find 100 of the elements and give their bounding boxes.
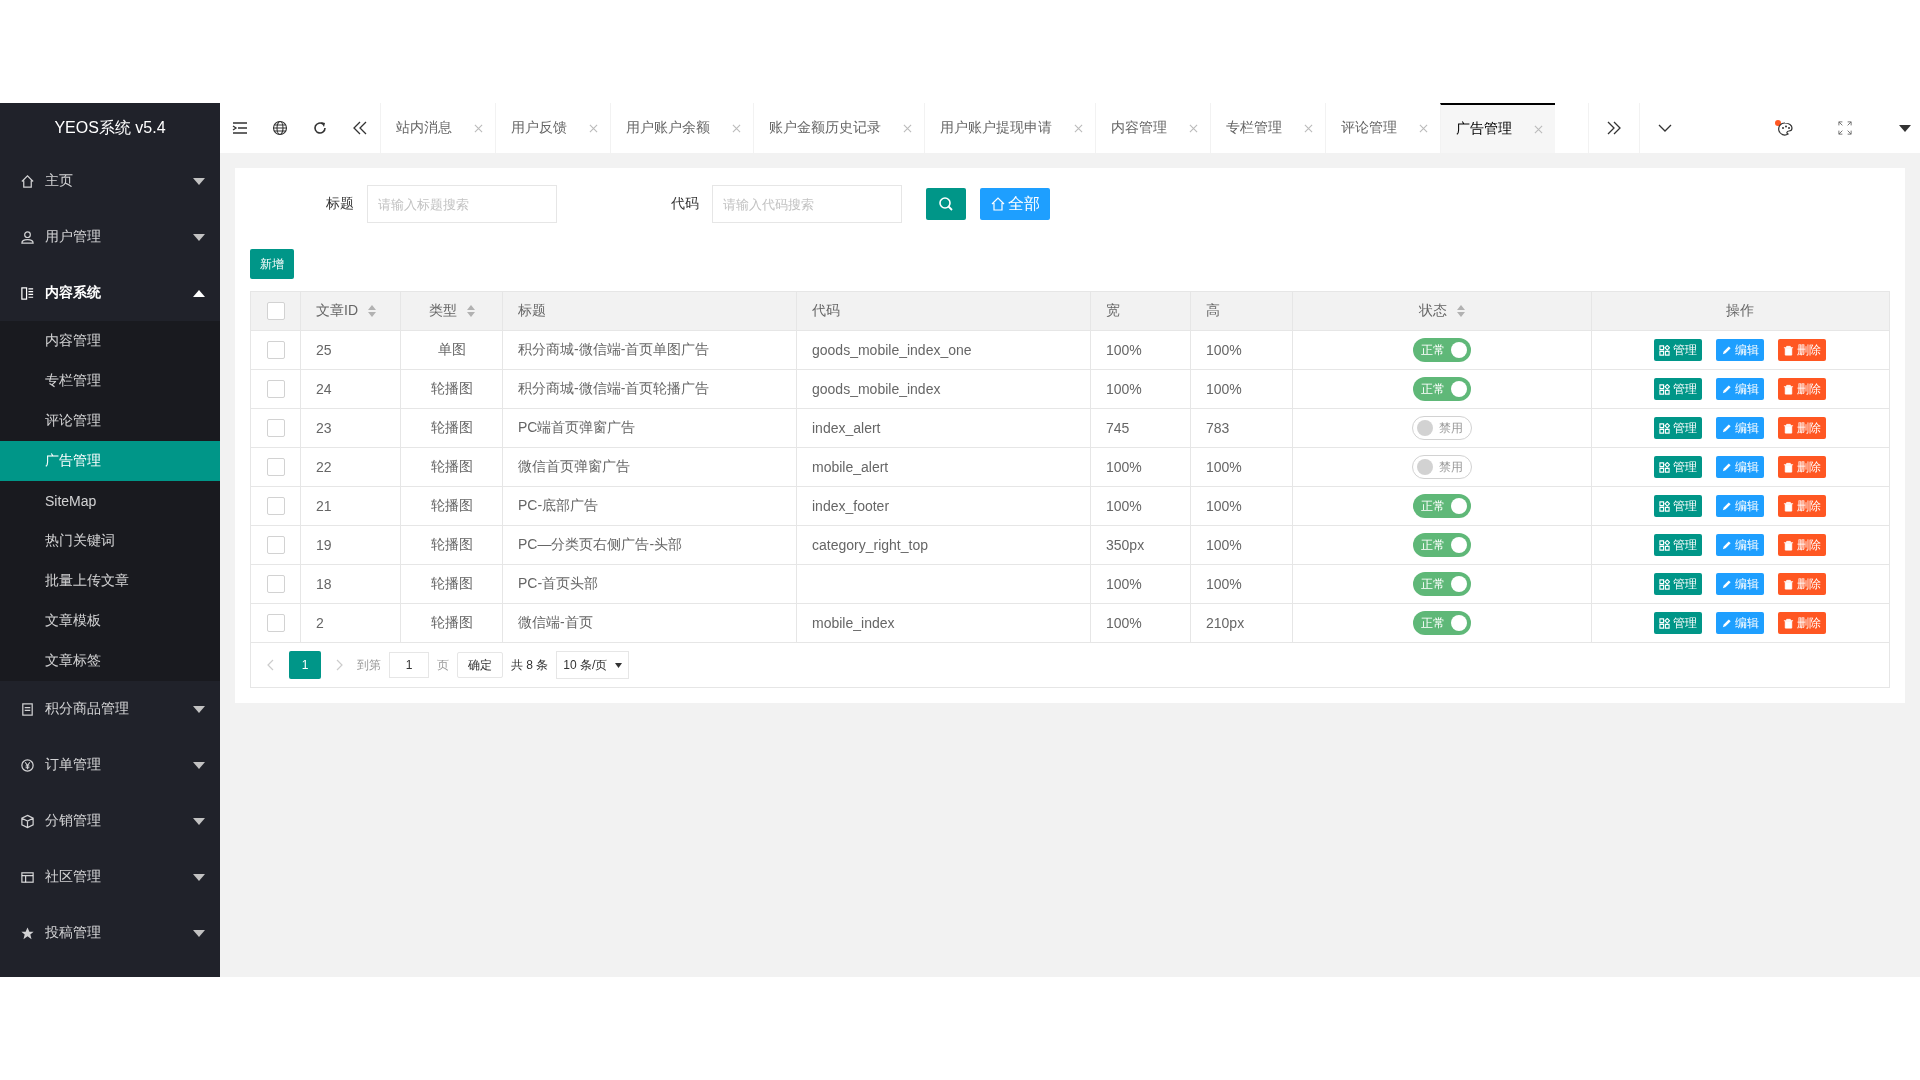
manage-button[interactable]: 管理 [1654, 417, 1703, 439]
page-tab[interactable]: 专栏管理 [1210, 103, 1325, 153]
delete-button[interactable]: 删除 [1778, 534, 1827, 556]
search-button[interactable] [926, 188, 966, 220]
table-cell: goods_mobile_index [812, 381, 941, 397]
page-button[interactable]: 1 [289, 651, 321, 679]
confirm-button[interactable]: 确定 [457, 652, 503, 678]
menu-item[interactable]: 热门关键词 [0, 521, 220, 561]
manage-button[interactable]: 管理 [1654, 573, 1703, 595]
page-tab[interactable]: 账户金额历史记录 [753, 103, 924, 153]
caret-icon [193, 873, 205, 881]
menu-group[interactable]: 订单管理 [0, 737, 220, 793]
delete-button[interactable]: 删除 [1778, 495, 1827, 517]
row-checkbox[interactable] [266, 419, 285, 438]
menu-group[interactable]: 主页 [0, 153, 220, 209]
delete-button[interactable]: 删除 [1778, 378, 1827, 400]
page-tab[interactable]: 用户账户提现申请 [924, 103, 1095, 153]
menu-item[interactable]: 文章标签 [0, 641, 220, 681]
edit-button[interactable]: 编辑 [1716, 612, 1765, 634]
row-checkbox[interactable] [266, 575, 285, 594]
delete-button[interactable]: 删除 [1778, 612, 1827, 634]
menu-group[interactable]: 用户管理 [0, 209, 220, 265]
delete-button[interactable]: 删除 [1778, 573, 1827, 595]
sort-icon[interactable] [466, 305, 475, 317]
status-switch[interactable]: 正常 [1412, 572, 1471, 596]
edit-button[interactable]: 编辑 [1716, 417, 1765, 439]
previous-page-icon[interactable] [266, 659, 276, 671]
menu-item[interactable]: 文章模板 [0, 601, 220, 641]
manage-button[interactable]: 管理 [1654, 378, 1703, 400]
edit-button[interactable]: 编辑 [1716, 456, 1765, 478]
page-tab[interactable]: 用户反馈 [495, 103, 610, 153]
delete-button[interactable]: 删除 [1778, 339, 1827, 361]
close-icon[interactable] [474, 123, 483, 133]
menu-group[interactable]: 内容系统 [0, 265, 220, 321]
close-icon[interactable] [589, 123, 598, 133]
caret-icon [193, 761, 205, 769]
close-icon[interactable] [732, 123, 741, 133]
status-switch[interactable]: 正常 [1412, 494, 1471, 518]
page-tab[interactable]: 站内消息 [380, 103, 495, 153]
status-switch[interactable]: 正常 [1412, 611, 1471, 635]
row-checkbox[interactable] [266, 614, 285, 633]
edit-button[interactable]: 编辑 [1716, 495, 1765, 517]
status-switch[interactable]: 正常 [1412, 338, 1471, 362]
caret-icon [193, 233, 205, 241]
close-icon[interactable] [1534, 124, 1543, 134]
manage-button[interactable]: 管理 [1654, 495, 1703, 517]
clipboard-icon [20, 701, 35, 717]
table-cell: 19 [316, 537, 332, 553]
table-cell: 100% [1106, 342, 1142, 358]
menu-item[interactable]: 批量上传文章 [0, 561, 220, 601]
row-checkbox[interactable] [266, 536, 285, 555]
edit-button[interactable]: 编辑 [1716, 339, 1765, 361]
menu-item[interactable]: 广告管理 [0, 441, 220, 481]
sort-icon[interactable] [1456, 305, 1465, 317]
manage-button[interactable]: 管理 [1654, 339, 1703, 361]
menu-item[interactable]: 评论管理 [0, 401, 220, 441]
menu-group[interactable]: 社区管理 [0, 849, 220, 905]
next-page-icon[interactable] [334, 659, 344, 671]
manage-button[interactable]: 管理 [1654, 612, 1703, 634]
menu-group[interactable]: 分销管理 [0, 793, 220, 849]
add-button[interactable]: 新增 [250, 249, 294, 279]
page-tab[interactable]: 广告管理 [1440, 103, 1555, 153]
status-switch[interactable]: 禁用 [1411, 416, 1472, 440]
menu-item[interactable]: SiteMap [0, 481, 220, 521]
close-icon[interactable] [1074, 123, 1083, 133]
status-switch[interactable]: 正常 [1412, 533, 1471, 557]
pencil-icon [1721, 617, 1733, 629]
trash-icon [1783, 578, 1795, 590]
close-icon[interactable] [1189, 123, 1198, 133]
table-cell: 积分商城-微信端-首页单图广告 [518, 341, 710, 357]
manage-button[interactable]: 管理 [1654, 534, 1703, 556]
menu-group[interactable]: 投稿管理 [0, 905, 220, 961]
show-all-button[interactable]: 全部 [980, 188, 1050, 220]
edit-button[interactable]: 编辑 [1716, 534, 1765, 556]
edit-button[interactable]: 编辑 [1716, 573, 1765, 595]
select-all-checkbox[interactable] [266, 302, 285, 321]
row-checkbox[interactable] [266, 380, 285, 399]
sort-icon[interactable] [368, 305, 376, 317]
edit-button[interactable]: 编辑 [1716, 378, 1765, 400]
status-switch[interactable]: 禁用 [1411, 455, 1472, 479]
menu-group[interactable]: 积分商品管理 [0, 681, 220, 737]
page-tab[interactable]: 用户账户余额 [610, 103, 753, 153]
page-input[interactable]: 1 [389, 652, 429, 678]
status-switch[interactable]: 正常 [1412, 377, 1471, 401]
close-icon[interactable] [1419, 123, 1428, 133]
filter-label: 标题 [325, 195, 355, 213]
delete-button[interactable]: 删除 [1778, 417, 1827, 439]
menu-item[interactable]: 内容管理 [0, 321, 220, 361]
table-cell: PC-首页头部 [518, 575, 599, 591]
manage-button[interactable]: 管理 [1654, 456, 1703, 478]
row-checkbox[interactable] [266, 458, 285, 477]
page-size-select[interactable]: 10 条/页 [556, 651, 630, 679]
close-icon[interactable] [1304, 123, 1313, 133]
page-tab[interactable]: 内容管理 [1095, 103, 1210, 153]
row-checkbox[interactable] [266, 497, 285, 516]
delete-button[interactable]: 删除 [1778, 456, 1827, 478]
row-checkbox[interactable] [266, 341, 285, 360]
close-icon[interactable] [903, 123, 912, 133]
table-cell: 783 [1206, 420, 1230, 436]
menu-item[interactable]: 专栏管理 [0, 361, 220, 401]
